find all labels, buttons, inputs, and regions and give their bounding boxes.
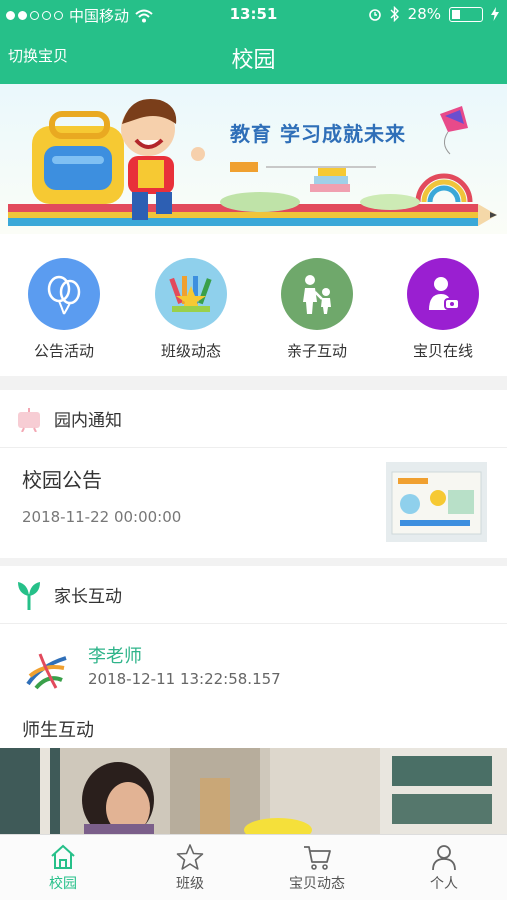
quick-label: 亲子互动 bbox=[286, 342, 347, 360]
battery-icon bbox=[449, 6, 483, 22]
banner-slogan: 教育 学习成就未来 bbox=[230, 122, 406, 146]
charging-icon bbox=[491, 7, 499, 21]
status-bar: 中国移动 13:51 28% bbox=[0, 0, 507, 30]
post-title: 师生互动 bbox=[22, 720, 94, 741]
notice-date: 2018-11-22 00:00:00 bbox=[22, 508, 182, 526]
tab-baby-news[interactable]: 宝贝动态 bbox=[254, 841, 380, 893]
quick-label: 公告活动 bbox=[33, 342, 94, 360]
tab-label: 班级 bbox=[176, 876, 204, 892]
quick-item-parent-child[interactable]: 亲子互动 bbox=[257, 258, 377, 361]
tab-bar: 校园 班级 宝贝动态 个人 bbox=[0, 834, 507, 900]
notice-header: 园内通知 bbox=[0, 390, 507, 448]
notice-title: 校园公告 bbox=[22, 468, 102, 492]
status-right: 28% bbox=[368, 5, 499, 23]
notice-section: 园内通知 校园公告 2018-11-22 00:00:00 bbox=[0, 390, 507, 558]
pencils-star-icon bbox=[155, 258, 227, 330]
quick-actions: 公告活动 班级动态 亲子互动 宝贝在线 bbox=[0, 234, 507, 376]
post-photo[interactable] bbox=[0, 748, 507, 834]
nav-bar: 切换宝贝 校园 bbox=[0, 30, 507, 84]
tab-personal[interactable]: 个人 bbox=[381, 841, 507, 893]
star-icon bbox=[176, 844, 204, 870]
tab-campus[interactable]: 校园 bbox=[0, 841, 126, 893]
post-time: 2018-12-11 13:22:58.157 bbox=[88, 670, 281, 688]
notice-section-title: 园内通知 bbox=[54, 411, 122, 431]
person-icon bbox=[432, 845, 456, 871]
author-name[interactable]: 李老师 bbox=[88, 642, 142, 668]
quick-label: 班级动态 bbox=[160, 342, 221, 360]
interaction-section: 家长互动 李老师 2018-12-11 13:22:58.157 师生互动 bbox=[0, 566, 507, 748]
quick-item-class-news[interactable]: 班级动态 bbox=[131, 258, 251, 361]
banner[interactable]: 教育 学习成就未来 bbox=[0, 84, 507, 234]
battery-percent: 28% bbox=[407, 5, 441, 23]
quick-item-baby-online[interactable]: 宝贝在线 bbox=[383, 258, 503, 361]
interaction-section-title: 家长互动 bbox=[54, 587, 122, 607]
avatar bbox=[22, 644, 72, 694]
balloons-icon bbox=[28, 258, 100, 330]
tab-class[interactable]: 班级 bbox=[127, 841, 253, 893]
bluetooth-icon bbox=[390, 6, 399, 22]
baby-online-icon bbox=[407, 258, 479, 330]
notice-thumbnail bbox=[386, 462, 487, 542]
quick-item-announcements[interactable]: 公告活动 bbox=[4, 258, 124, 361]
parent-child-icon bbox=[281, 258, 353, 330]
tab-label: 个人 bbox=[430, 876, 458, 892]
quick-label: 宝贝在线 bbox=[412, 342, 473, 360]
page-title: 校园 bbox=[231, 48, 276, 73]
cart-icon bbox=[304, 846, 331, 870]
interaction-header: 家长互动 bbox=[0, 566, 507, 624]
notice-board-icon bbox=[18, 407, 40, 432]
interaction-post[interactable]: 李老师 2018-12-11 13:22:58.157 师生互动 bbox=[0, 624, 507, 748]
alarm-icon bbox=[368, 9, 381, 21]
tab-label: 宝贝动态 bbox=[289, 876, 345, 892]
banner-illustration bbox=[8, 99, 497, 226]
tab-label: 校园 bbox=[49, 876, 77, 892]
sprout-icon bbox=[18, 581, 40, 610]
home-icon bbox=[51, 844, 75, 869]
battery-fill bbox=[452, 9, 460, 19]
notice-item[interactable]: 校园公告 2018-11-22 00:00:00 bbox=[0, 448, 507, 556]
